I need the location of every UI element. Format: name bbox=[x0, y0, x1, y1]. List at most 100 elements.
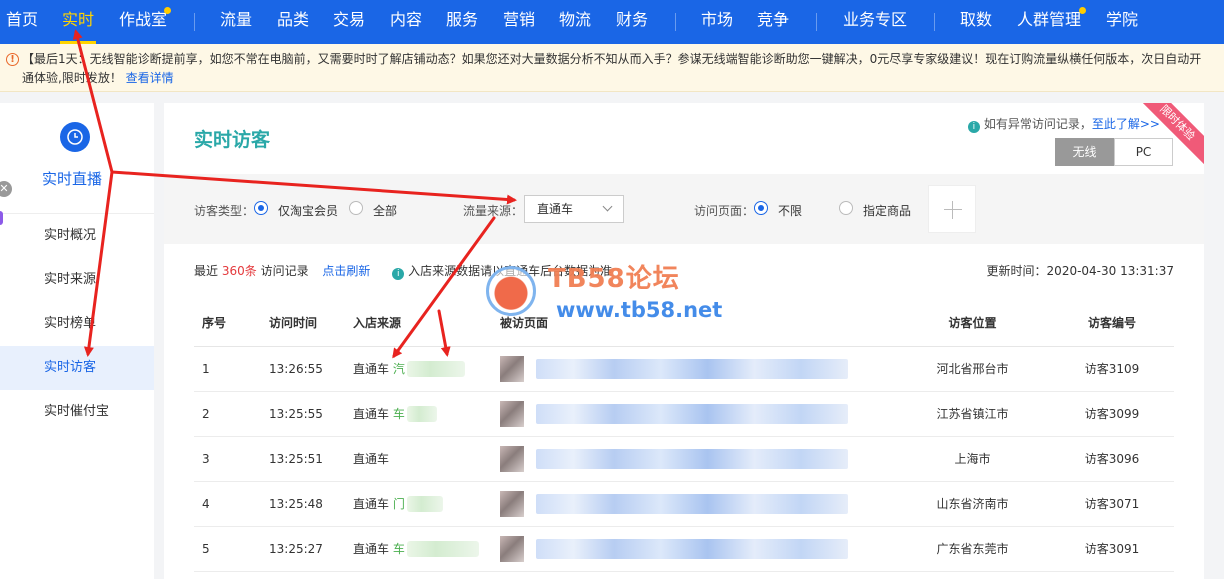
row-time: 13:25:48 bbox=[269, 481, 353, 527]
nav-logistics[interactable]: 物流 bbox=[559, 0, 591, 44]
col-no: 序号 bbox=[194, 299, 269, 347]
nav-marketing[interactable]: 营销 bbox=[503, 0, 535, 44]
sidebar-title: 实时直播 bbox=[42, 170, 103, 188]
close-icon[interactable]: ✕ bbox=[0, 181, 12, 197]
radio-any-page[interactable] bbox=[754, 201, 768, 215]
nav-finance[interactable]: 财务 bbox=[616, 0, 648, 44]
info-icon: i bbox=[967, 121, 980, 133]
page-title: 实时访客 bbox=[194, 129, 271, 151]
nav-audience-dot bbox=[1079, 7, 1086, 14]
row-source: 直通车 车 bbox=[353, 526, 500, 572]
nav-market[interactable]: 市场 bbox=[701, 0, 733, 44]
row-no: 5 bbox=[194, 526, 269, 572]
row-no: 1 bbox=[194, 346, 269, 392]
nav-content[interactable]: 内容 bbox=[390, 0, 422, 44]
stats-line: 最近 360条 访问记录 点击刷新 i 入店来源数据请以直通车后台数据为准 bbox=[194, 262, 612, 280]
table-row: 4 13:25:48 直通车 门 山东省济南市 访客3071 bbox=[194, 481, 1174, 527]
top-nav: 首页 实时 作战室 流量 品类 交易 内容 服务 营销 物流 财务 市场 竞争 … bbox=[0, 0, 1224, 44]
radio-all[interactable] bbox=[349, 201, 363, 215]
row-visitor-id: 访客3091 bbox=[1050, 526, 1174, 572]
nav-separator bbox=[675, 13, 676, 31]
product-thumbnail[interactable] bbox=[500, 400, 524, 427]
nav-competition[interactable]: 竞争 bbox=[757, 0, 789, 44]
row-no: 3 bbox=[194, 436, 269, 482]
row-source: 直通车 汽 bbox=[353, 346, 500, 392]
nav-realtime[interactable]: 实时 bbox=[59, 0, 97, 44]
abnormal-link[interactable]: 至此了解>> bbox=[1092, 117, 1160, 131]
radio-specific-item[interactable] bbox=[839, 201, 853, 215]
source-select[interactable]: 直通车 bbox=[524, 195, 624, 223]
visitor-table: 序号 访问时间 入店来源 被访页面 访客位置 访客编号 1 13:26:55 直… bbox=[194, 299, 1174, 572]
nav-business-zone[interactable]: 业务专区 bbox=[843, 0, 907, 44]
pc-button[interactable]: PC bbox=[1114, 138, 1173, 166]
product-thumbnail[interactable] bbox=[500, 355, 524, 382]
sidebar-item-payment-reminder[interactable]: 实时催付宝 bbox=[0, 390, 154, 434]
sidebar-item-overview[interactable]: 实时概况 bbox=[0, 214, 154, 258]
nav-war-room-dot bbox=[164, 7, 171, 14]
add-item-button[interactable] bbox=[928, 185, 976, 233]
update-time: 更新时间：2020-04-30 13:31:37 bbox=[986, 264, 1174, 278]
row-page[interactable] bbox=[500, 526, 895, 572]
row-source-label: 直通车 bbox=[353, 452, 390, 466]
nav-home[interactable]: 首页 bbox=[6, 0, 38, 44]
nav-traffic[interactable]: 流量 bbox=[220, 0, 252, 44]
blurred-keyword bbox=[406, 361, 465, 378]
source-tip: 入店来源数据请以直通车后台数据为准 bbox=[408, 264, 613, 278]
refresh-link[interactable]: 点击刷新 bbox=[322, 264, 370, 278]
nav-audience-management[interactable]: 人群管理 bbox=[1017, 0, 1081, 44]
col-location: 访客位置 bbox=[895, 299, 1050, 347]
row-page[interactable] bbox=[500, 481, 895, 527]
nav-academy[interactable]: 学院 bbox=[1106, 0, 1138, 44]
sidebar-item-source[interactable]: 实时来源 bbox=[0, 258, 154, 302]
nav-separator bbox=[194, 13, 195, 31]
radio-any-page-label: 不限 bbox=[778, 204, 803, 218]
row-location: 广东省东莞市 bbox=[895, 526, 1050, 572]
product-thumbnail[interactable] bbox=[500, 490, 524, 517]
sidebar-item-ranking[interactable]: 实时榜单 bbox=[0, 302, 154, 346]
row-keyword: 车 bbox=[392, 406, 405, 421]
blurred-keyword bbox=[406, 496, 443, 513]
product-thumbnail[interactable] bbox=[500, 535, 524, 562]
record-count: 360条 bbox=[221, 264, 257, 278]
nav-trade[interactable]: 交易 bbox=[333, 0, 365, 44]
sidebar-item-visitors[interactable]: 实时访客 bbox=[0, 346, 154, 390]
table-row: 1 13:26:55 直通车 汽 河北省邢台市 访客3109 bbox=[194, 346, 1174, 392]
col-visitor-id: 访客编号 bbox=[1050, 299, 1174, 347]
product-thumbnail[interactable] bbox=[500, 445, 524, 472]
blurred-page-title[interactable] bbox=[536, 448, 848, 469]
nav-service[interactable]: 服务 bbox=[446, 0, 478, 44]
row-source: 直通车 车 bbox=[353, 391, 500, 437]
radio-members-only[interactable] bbox=[254, 201, 268, 215]
radio-specific-item-label: 指定商品 bbox=[863, 204, 912, 218]
notice-banner: ! 【最后1天：无线智能诊断提前享，如您不常在电脑前，又需要时时了解店铺动态？如… bbox=[0, 44, 1224, 92]
blurred-page-title[interactable] bbox=[536, 358, 848, 379]
col-source: 入店来源 bbox=[353, 299, 500, 347]
row-page[interactable] bbox=[500, 391, 895, 437]
row-page[interactable] bbox=[500, 436, 895, 482]
row-visitor-id: 访客3109 bbox=[1050, 346, 1174, 392]
page-label: 访问页面： bbox=[694, 204, 755, 218]
nav-war-room[interactable]: 作战室 bbox=[119, 0, 167, 44]
wireless-button[interactable]: 无线 bbox=[1055, 138, 1114, 166]
blurred-page-title[interactable] bbox=[536, 403, 848, 424]
blurred-page-title[interactable] bbox=[536, 493, 848, 514]
notice-details-link[interactable]: 查看详情 bbox=[126, 71, 174, 85]
radio-all-label: 全部 bbox=[373, 204, 398, 218]
row-visitor-id: 访客3096 bbox=[1050, 436, 1174, 482]
row-no: 4 bbox=[194, 481, 269, 527]
col-page: 被访页面 bbox=[500, 299, 895, 347]
nav-separator bbox=[934, 13, 935, 31]
row-source-label: 直通车 bbox=[353, 541, 390, 556]
blurred-page-title[interactable] bbox=[536, 538, 848, 559]
stats-prefix: 最近 bbox=[194, 264, 219, 278]
table-row: 3 13:25:51 直通车 上海市 访客3096 bbox=[194, 436, 1174, 482]
chevron-down-icon bbox=[602, 201, 613, 212]
row-time: 13:26:55 bbox=[269, 346, 353, 392]
row-location: 山东省济南市 bbox=[895, 481, 1050, 527]
nav-data-fetch[interactable]: 取数 bbox=[960, 0, 992, 44]
row-keyword: 车 bbox=[392, 541, 405, 556]
clock-icon bbox=[60, 122, 90, 152]
row-page[interactable] bbox=[500, 346, 895, 392]
nav-category[interactable]: 品类 bbox=[277, 0, 309, 44]
table-row: 5 13:25:27 直通车 车 广东省东莞市 访客3091 bbox=[194, 526, 1174, 572]
